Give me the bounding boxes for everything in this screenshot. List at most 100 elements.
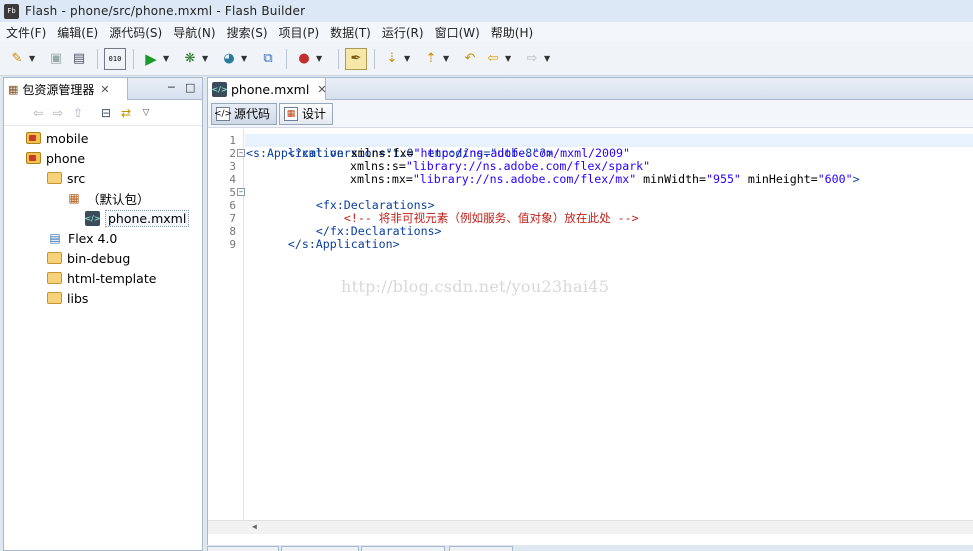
back-dropdown-icon[interactable]: ▼ bbox=[505, 54, 515, 63]
maximize-icon[interactable]: □ bbox=[185, 81, 195, 94]
tree-item-html-template[interactable]: html-template bbox=[47, 268, 156, 288]
editor-tab-label: phone.mxml bbox=[231, 81, 310, 97]
tree-item-phone-mxml[interactable]: </> phone.mxml bbox=[84, 208, 190, 228]
next-annotation-icon[interactable]: ⇣ bbox=[381, 48, 403, 70]
menu-search[interactable]: 搜索(S) bbox=[223, 24, 275, 41]
window-title: Flash - phone/src/phone.mxml - Flash Bui… bbox=[25, 4, 306, 18]
menu-project[interactable]: 项目(P) bbox=[275, 24, 327, 41]
tree-item-flex-sdk[interactable]: ▤ Flex 4.0 bbox=[47, 228, 117, 248]
new-icon[interactable]: ✎ bbox=[6, 48, 28, 70]
toolbar-separator bbox=[133, 48, 134, 69]
code-attribute: minWidth= bbox=[636, 172, 707, 186]
prev-annotation-dropdown-icon[interactable]: ▼ bbox=[443, 54, 453, 63]
bottom-panel-tab[interactable] bbox=[361, 546, 445, 551]
flash-builder-logo-icon: Fb bbox=[4, 3, 19, 19]
minimize-icon[interactable]: ─ bbox=[168, 81, 175, 94]
tree-item-default-package[interactable]: ▦ （默认包） bbox=[66, 188, 149, 208]
folder-icon bbox=[47, 272, 62, 284]
run-dropdown-icon[interactable]: ▼ bbox=[163, 54, 173, 63]
code-tag: </s:Application> bbox=[287, 237, 400, 251]
scroll-left-icon[interactable]: ◀ bbox=[252, 522, 257, 531]
horizontal-scrollbar[interactable]: ◀ bbox=[208, 520, 973, 534]
export-icon[interactable]: ⧉ bbox=[257, 48, 279, 70]
last-edit-icon[interactable]: ↶ bbox=[459, 48, 481, 70]
new-dropdown-icon[interactable]: ▼ bbox=[29, 54, 39, 63]
line-number: 4 bbox=[229, 173, 236, 186]
up-icon[interactable]: ⇧ bbox=[68, 106, 88, 120]
source-mode-button[interactable]: </> 源代码 bbox=[211, 102, 278, 125]
bottom-panel-tab[interactable] bbox=[449, 546, 513, 551]
tree-item-label: mobile bbox=[46, 130, 89, 146]
package-explorer-toolbar: ⇦ ⇨ ⇧ ⊟ ⇄ ▽ bbox=[4, 100, 202, 126]
external-tools-icon[interactable]: ● bbox=[293, 48, 315, 70]
binary-icon[interactable]: 010 bbox=[104, 47, 126, 70]
menu-data[interactable]: 数据(T) bbox=[326, 24, 378, 41]
menu-edit[interactable]: 编辑(E) bbox=[53, 24, 105, 41]
library-icon: ▤ bbox=[49, 231, 61, 245]
forward-dropdown-icon[interactable]: ▼ bbox=[544, 54, 554, 63]
code-tag-close: > bbox=[852, 172, 860, 186]
code-value: "600" bbox=[817, 172, 853, 186]
fold-collapse-icon[interactable]: − bbox=[237, 149, 245, 157]
menu-help[interactable]: 帮助(H) bbox=[487, 24, 540, 41]
back-icon[interactable]: ⇦ bbox=[28, 106, 48, 120]
save-icon[interactable]: ▣ bbox=[45, 48, 67, 70]
link-with-editor-icon[interactable]: ⇄ bbox=[116, 106, 136, 120]
tree-item-mobile[interactable]: mobile bbox=[26, 128, 88, 148]
next-annotation-dropdown-icon[interactable]: ▼ bbox=[404, 54, 414, 63]
run-icon[interactable]: ▶ bbox=[140, 48, 162, 70]
mxml-editor: </> phone.mxml ✕ </> 源代码 ▦ 设计 1 2 3 4 5 … bbox=[207, 77, 973, 547]
forward-icon[interactable]: ⇨ bbox=[48, 106, 68, 120]
collapse-all-icon[interactable]: ⊟ bbox=[96, 106, 116, 120]
folder-icon bbox=[47, 292, 62, 304]
package-explorer-view: ▦ 包资源管理器 ✕ ─ □ ⇦ ⇨ ⇧ ⊟ ⇄ ▽ mobile phone … bbox=[3, 77, 203, 551]
menu-window[interactable]: 窗口(W) bbox=[431, 24, 487, 41]
tree-item-libs[interactable]: libs bbox=[47, 288, 88, 308]
debug-icon[interactable]: ❋ bbox=[179, 48, 201, 70]
menu-navigate[interactable]: 导航(N) bbox=[169, 24, 222, 41]
design-icon: ▦ bbox=[284, 106, 299, 121]
close-icon[interactable]: ✕ bbox=[100, 83, 109, 96]
bottom-panel-tab[interactable] bbox=[207, 546, 279, 551]
design-mode-label: 设计 bbox=[302, 107, 327, 121]
view-menu-icon[interactable]: ▽ bbox=[136, 108, 156, 118]
code-line-8: </s:Application> bbox=[246, 225, 400, 251]
back-icon[interactable]: ⇦ bbox=[482, 48, 504, 70]
profile-dropdown-icon[interactable]: ▼ bbox=[241, 54, 251, 63]
design-mode-button[interactable]: ▦ 设计 bbox=[279, 102, 334, 125]
tab-phone-mxml[interactable]: </> phone.mxml ✕ bbox=[208, 78, 327, 100]
prev-annotation-icon[interactable]: ⇡ bbox=[420, 48, 442, 70]
tree-item-src[interactable]: src bbox=[47, 168, 85, 188]
code-area[interactable]: 1 2 3 4 5 6 7 8 9 − − <?xml version="1.0… bbox=[208, 129, 973, 534]
tree-item-phone[interactable]: phone bbox=[26, 148, 85, 168]
title-bar: Fb Flash - phone/src/phone.mxml - Flash … bbox=[0, 0, 973, 22]
tree-item-label: libs bbox=[67, 290, 89, 306]
tree-item-label: phone.mxml bbox=[105, 209, 190, 227]
toolbar-separator bbox=[338, 48, 339, 69]
tree-item-bin-debug[interactable]: bin-debug bbox=[47, 248, 130, 268]
menu-bar: 文件(F) 编辑(E) 源代码(S) 导航(N) 搜索(S) 项目(P) 数据(… bbox=[0, 22, 973, 42]
flex-project-icon bbox=[26, 132, 41, 144]
external-tools-dropdown-icon[interactable]: ▼ bbox=[316, 54, 326, 63]
line-number-gutter: 1 2 3 4 5 6 7 8 9 − − bbox=[208, 129, 245, 534]
debug-dropdown-icon[interactable]: ▼ bbox=[202, 54, 212, 63]
mxml-file-icon: </> bbox=[84, 210, 101, 226]
profile-icon[interactable]: ◕ bbox=[218, 48, 240, 70]
toolbar-separator bbox=[286, 48, 287, 69]
menu-file[interactable]: 文件(F) bbox=[2, 24, 53, 41]
fold-collapse-icon[interactable]: − bbox=[237, 188, 245, 196]
source-folder-icon bbox=[47, 172, 62, 184]
code-value: "library://ns.adobe.com/flex/mx" bbox=[412, 172, 637, 186]
close-icon[interactable]: ✕ bbox=[317, 83, 326, 96]
source-mode-label: 源代码 bbox=[234, 107, 271, 121]
code-attribute: xmlns:s= bbox=[350, 159, 406, 173]
toggle-mark-icon[interactable]: ✒ bbox=[345, 47, 367, 70]
mxml-file-icon: </> bbox=[211, 81, 228, 97]
menu-run[interactable]: 运行(R) bbox=[378, 24, 431, 41]
tab-package-explorer[interactable]: ▦ 包资源管理器 ✕ bbox=[4, 78, 128, 100]
tree-item-label: html-template bbox=[67, 270, 157, 286]
menu-source[interactable]: 源代码(S) bbox=[105, 24, 169, 41]
bottom-panel-tab[interactable] bbox=[281, 546, 359, 551]
print-icon[interactable]: ▤ bbox=[68, 48, 90, 70]
forward-icon[interactable]: ⇨ bbox=[521, 48, 543, 70]
